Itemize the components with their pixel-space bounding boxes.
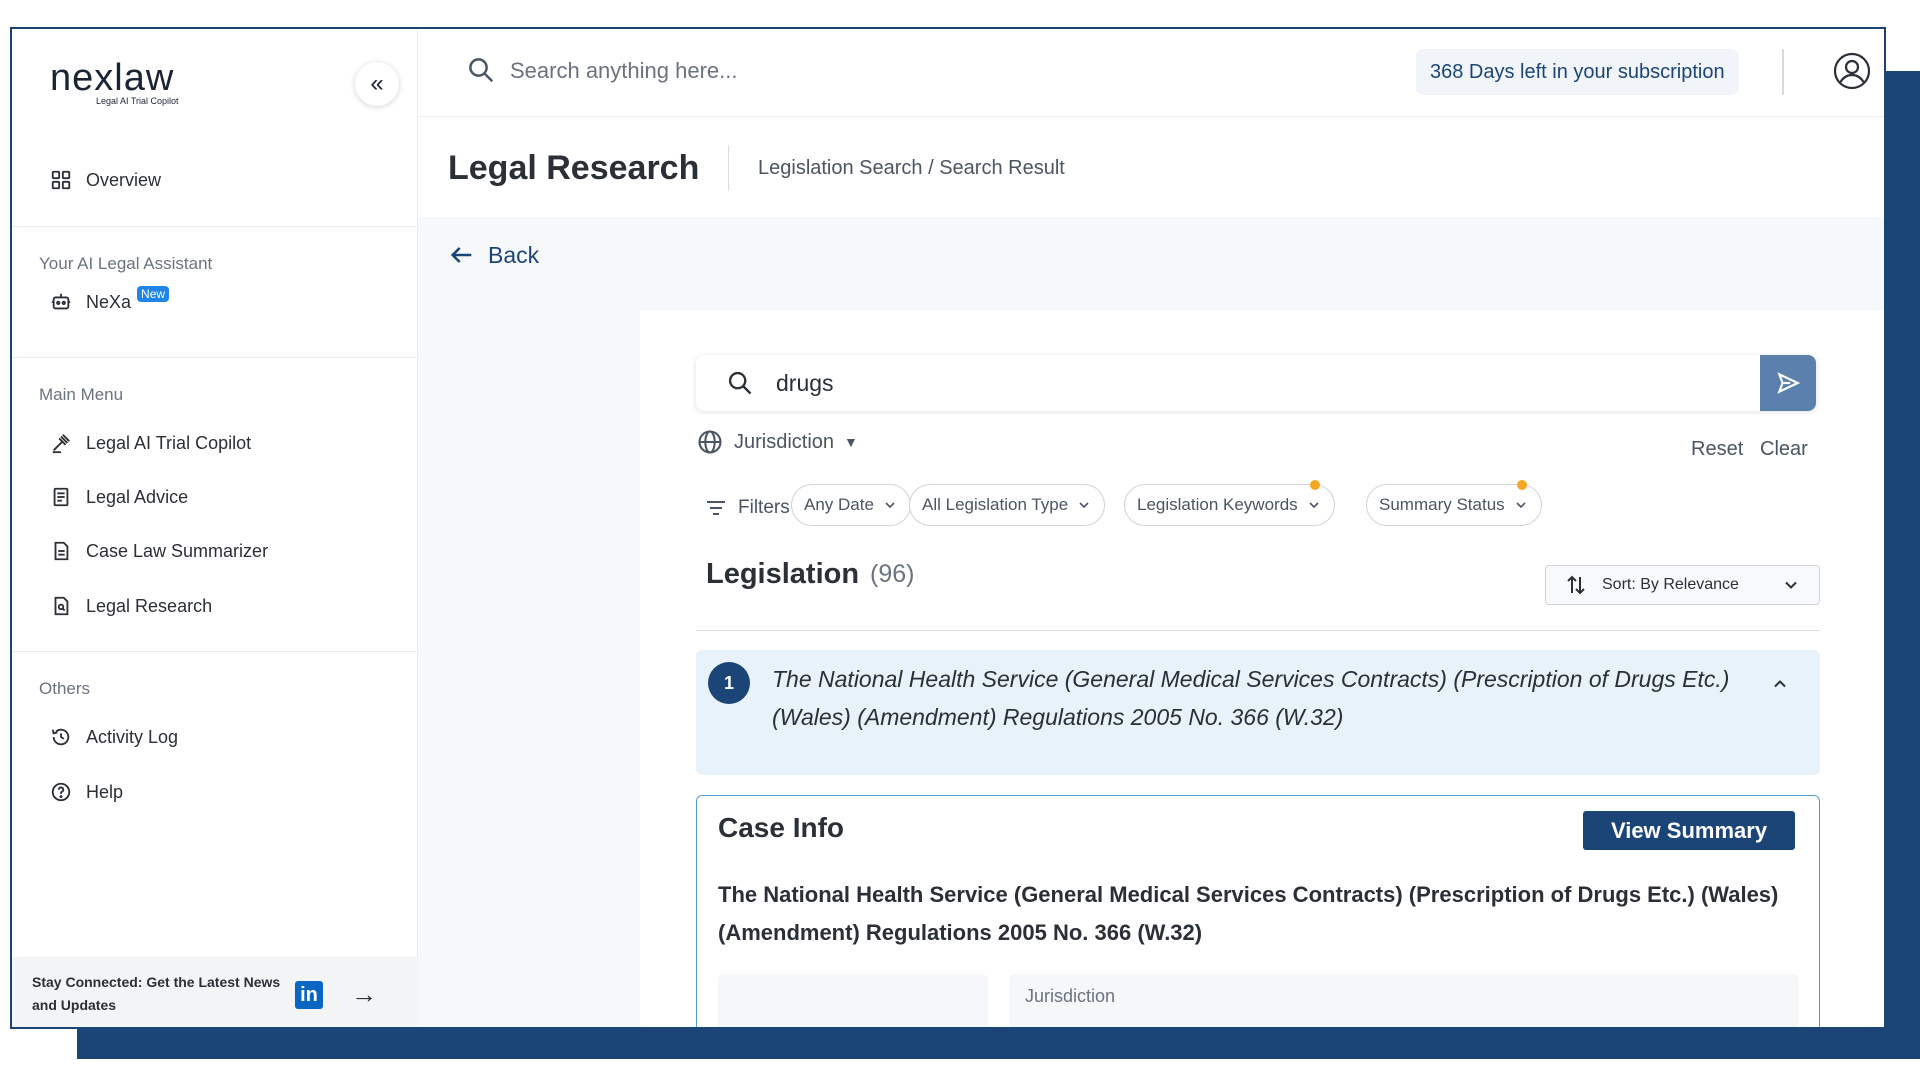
caret-down-icon: ▼ xyxy=(844,434,858,450)
content-area: Back Jurisdiction ▼ Reset Clear Filters … xyxy=(418,217,1884,1027)
sidebar-item-label: Case Law Summarizer xyxy=(86,540,269,561)
subscription-status-badge: 368 Days left in your subscription xyxy=(1416,49,1739,95)
send-icon xyxy=(1777,372,1801,394)
document-list-icon xyxy=(53,487,69,507)
back-label: Back xyxy=(488,241,540,268)
active-filter-dot xyxy=(1516,480,1527,490)
sidebar-item-label: Help xyxy=(86,781,124,802)
section-label-assistant: Your AI Legal Assistant xyxy=(39,254,213,273)
chevron-down-icon xyxy=(1516,502,1526,509)
back-button[interactable]: Back xyxy=(448,241,539,269)
result-item[interactable]: 1 The National Health Service (General M… xyxy=(696,650,1820,775)
document-icon xyxy=(54,541,69,561)
send-button[interactable] xyxy=(1760,355,1816,411)
sidebar-item-label: Legal AI Trial Copilot xyxy=(86,432,252,453)
filters-label: Filters : xyxy=(704,496,800,520)
jurisdiction-label: Jurisdiction xyxy=(734,430,835,453)
collapse-sidebar-button[interactable]: « xyxy=(355,62,399,106)
chevron-down-icon xyxy=(1309,502,1319,509)
brand-name: nexlaw xyxy=(50,57,175,99)
sidebar-item-activity-log[interactable]: Activity Log xyxy=(50,726,178,748)
sidebar-item-legal-research[interactable]: Legal Research xyxy=(50,595,212,617)
arrow-right-icon[interactable]: → xyxy=(351,979,377,1010)
globe-icon xyxy=(698,430,722,454)
filter-legislation-type[interactable]: All Legislation Type xyxy=(909,484,1106,526)
clear-button[interactable]: Clear xyxy=(1760,438,1808,461)
filter-legislation-keywords[interactable]: Legislation Keywords xyxy=(1124,480,1335,526)
sidebar-item-label: Legal Research xyxy=(86,595,213,616)
case-info-field xyxy=(718,974,988,1027)
global-search-input[interactable] xyxy=(510,51,1010,91)
breadcrumb: Legislation Search / Search Result xyxy=(758,157,1065,179)
sidebar-item-legal-ai-trial-copilot[interactable]: Legal AI Trial Copilot xyxy=(50,432,251,454)
jurisdiction-field-label: Jurisdiction xyxy=(1025,986,1116,1006)
sort-dropdown[interactable]: Sort: By Relevance xyxy=(1545,565,1820,605)
view-summary-button[interactable]: View Summary xyxy=(1583,811,1795,850)
filter-icon xyxy=(707,501,725,515)
brand-tagline: Legal AI Trial Copilot xyxy=(96,96,179,106)
top-bar: 368 Days left in your subscription xyxy=(418,29,1884,117)
arrow-left-icon xyxy=(450,247,472,263)
divider xyxy=(1782,49,1784,95)
filter-any-date[interactable]: Any Date xyxy=(791,484,911,526)
divider xyxy=(728,145,729,191)
user-avatar-icon[interactable] xyxy=(1832,51,1872,91)
robot-icon xyxy=(51,293,71,310)
case-info-field: Jurisdiction xyxy=(1009,974,1799,1027)
stay-connected-text: Stay Connected: Get the Latest News and … xyxy=(32,974,281,1013)
result-number: 1 xyxy=(708,662,750,704)
case-info-text: The National Health Service (General Med… xyxy=(718,882,1779,945)
sidebar-item-label: NeXa xyxy=(86,291,132,312)
sidebar-item-label: Activity Log xyxy=(86,726,179,747)
page-title: Legal Research xyxy=(448,149,700,187)
jurisdiction-dropdown[interactable]: Jurisdiction ▼ xyxy=(696,428,858,456)
sidebar-item-help[interactable]: Help xyxy=(50,781,123,803)
divider xyxy=(12,651,418,652)
filter-summary-status[interactable]: Summary Status xyxy=(1366,480,1542,526)
linkedin-icon[interactable]: in xyxy=(295,981,323,1009)
reset-button[interactable]: Reset xyxy=(1691,438,1743,461)
gavel-icon xyxy=(52,434,70,454)
chevron-up-icon[interactable] xyxy=(1770,674,1790,694)
sort-label: Sort: By Relevance xyxy=(1602,576,1739,593)
results-panel: Jurisdiction ▼ Reset Clear Filters : Any… xyxy=(640,310,1884,1027)
sidebar-item-label: Overview xyxy=(86,169,162,190)
help-icon xyxy=(51,782,71,802)
grid-icon xyxy=(51,170,71,190)
brand-logo[interactable]: nexlaw Legal AI Trial Copilot xyxy=(50,57,179,106)
new-badge: New xyxy=(137,286,170,302)
query-search-box xyxy=(696,355,1816,411)
sidebar-item-label: Legal Advice xyxy=(86,486,189,507)
chevron-down-icon xyxy=(1079,502,1089,509)
chevron-down-icon xyxy=(885,502,895,509)
result-title: The National Health Service (General Med… xyxy=(772,666,1730,730)
chevron-down-icon xyxy=(1785,581,1797,589)
search-icon xyxy=(469,58,494,83)
divider xyxy=(12,357,418,358)
divider xyxy=(696,630,1820,631)
sidebar-item-overview[interactable]: Overview xyxy=(50,169,161,191)
sidebar-item-nexa[interactable]: NeXa New xyxy=(50,286,170,313)
sidebar: nexlaw Legal AI Trial Copilot « Overview… xyxy=(12,29,418,1027)
history-icon xyxy=(51,728,70,746)
case-info-card: Case Info View Summary The National Heal… xyxy=(696,795,1820,1027)
sort-arrows-icon xyxy=(1567,575,1585,595)
sidebar-item-case-law-summarizer[interactable]: Case Law Summarizer xyxy=(50,540,268,562)
results-title: Legislation xyxy=(706,558,860,590)
divider xyxy=(12,226,418,227)
active-filter-dot xyxy=(1309,480,1320,490)
section-label-main-menu: Main Menu xyxy=(39,385,124,404)
document-search-icon xyxy=(54,596,69,616)
double-chevron-left-icon: « xyxy=(370,70,384,97)
results-count: (96) xyxy=(870,560,915,588)
search-icon xyxy=(728,371,752,395)
stay-connected-banner: Stay Connected: Get the Latest News and … xyxy=(12,957,418,1027)
section-label-others: Others xyxy=(39,679,91,698)
app-window: nexlaw Legal AI Trial Copilot « Overview… xyxy=(10,27,1886,1029)
case-info-title: Case Info xyxy=(718,812,845,843)
page-header: Legal Research Legislation Search / Sear… xyxy=(418,117,1884,217)
sidebar-item-legal-advice[interactable]: Legal Advice xyxy=(50,486,188,508)
query-input[interactable] xyxy=(776,363,1676,403)
